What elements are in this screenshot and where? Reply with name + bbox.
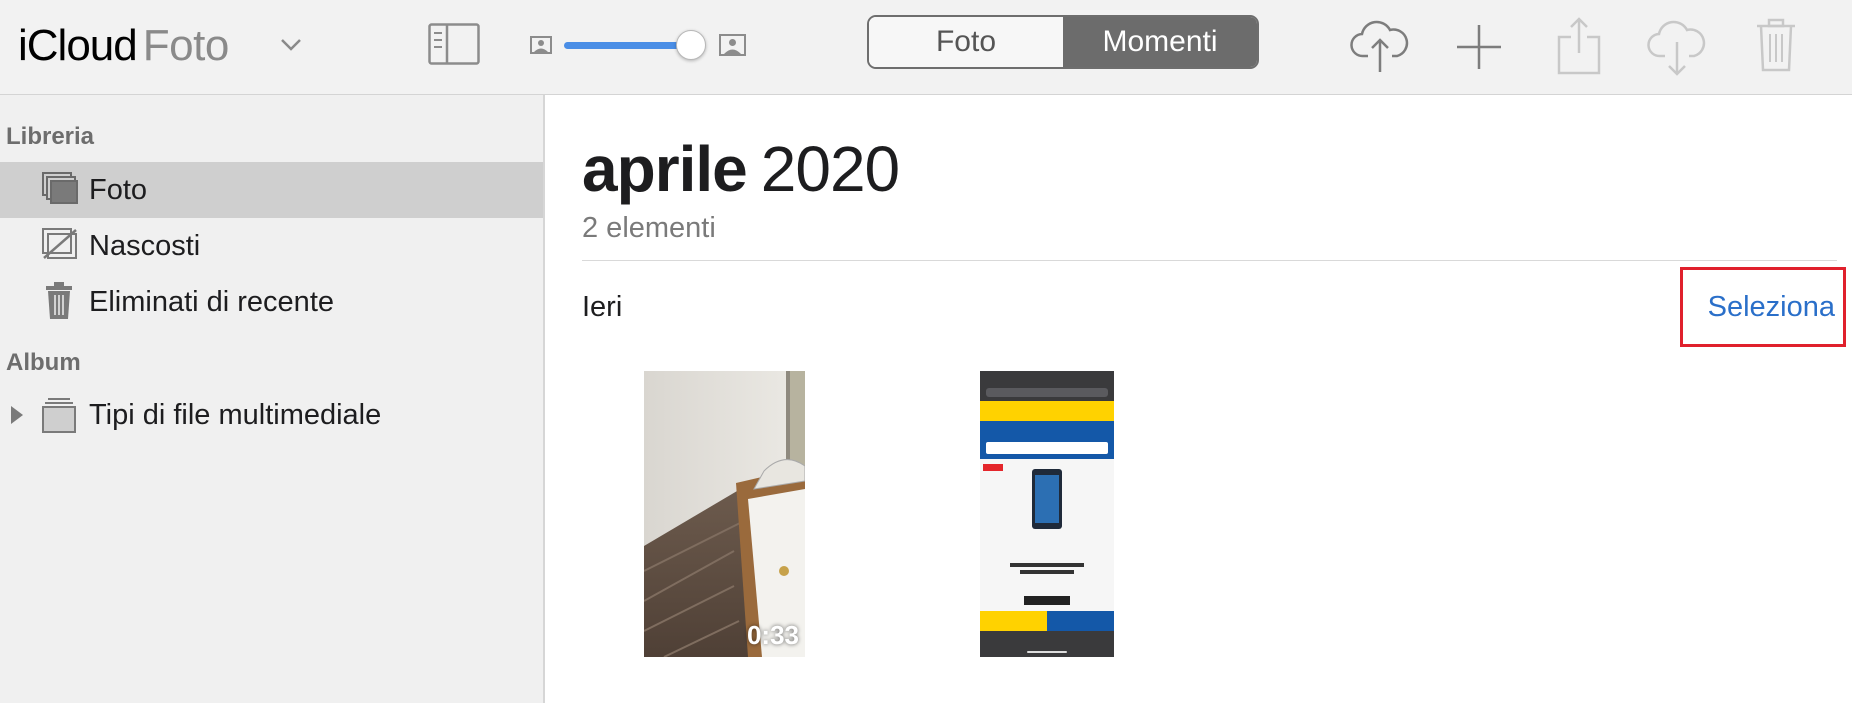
- select-button[interactable]: Seleziona: [1680, 267, 1846, 347]
- photos-stack-icon: [42, 172, 78, 204]
- add-icon[interactable]: [1455, 23, 1503, 71]
- small-photo-icon[interactable]: [530, 36, 552, 54]
- tab-momenti[interactable]: Momenti: [1063, 17, 1257, 67]
- cloud-upload-icon[interactable]: [1350, 18, 1410, 74]
- video-preview-image: [644, 371, 805, 657]
- sidebar-toggle-icon[interactable]: [428, 23, 480, 65]
- cloud-download-icon[interactable]: [1647, 18, 1707, 76]
- title-year: 2020: [760, 133, 900, 205]
- trash-icon: [46, 282, 72, 319]
- screenshot-preview-image: [980, 371, 1114, 657]
- sidebar-item-label: Foto: [89, 173, 148, 206]
- app-title[interactable]: iCloud Foto: [18, 20, 301, 72]
- chevron-down-icon: [281, 39, 301, 51]
- video-duration: 0:33: [746, 620, 799, 650]
- sidebar: Libreria Foto Nascosti Eliminati di rece…: [0, 95, 545, 703]
- section-label: Ieri: [582, 291, 623, 323]
- title-month: aprile: [582, 133, 748, 205]
- large-photo-icon[interactable]: [719, 34, 746, 56]
- sidebar-item-label: Tipi di file multimediale: [89, 398, 382, 431]
- share-icon[interactable]: [1557, 17, 1601, 75]
- trash-icon[interactable]: [1755, 18, 1797, 72]
- sidebar-item-nascosti[interactable]: Nascosti: [0, 218, 543, 274]
- album-stack-icon: [42, 398, 76, 433]
- section-name: Foto: [142, 21, 230, 70]
- screenshot-thumbnail[interactable]: [980, 371, 1114, 657]
- zoom-slider-knob[interactable]: [676, 30, 706, 60]
- video-thumbnail[interactable]: 0:33: [644, 371, 805, 657]
- hidden-photos-icon: [42, 228, 77, 259]
- toolbar: iCloud Foto Foto Momenti: [0, 0, 1852, 95]
- album-heading: Album: [6, 349, 81, 376]
- item-count: 2 elementi: [582, 212, 716, 244]
- main-content: aprile 2020 2 elementi Ieri Seleziona 0:…: [547, 95, 1852, 703]
- tab-foto[interactable]: Foto: [869, 17, 1063, 67]
- library-heading: Libreria: [6, 123, 95, 150]
- app-name: iCloud: [18, 21, 138, 70]
- sidebar-item-label: Eliminati di recente: [89, 285, 334, 318]
- disclosure-triangle-icon[interactable]: [10, 405, 24, 425]
- sidebar-item-label: Nascosti: [89, 229, 201, 262]
- zoom-slider-track[interactable]: [564, 42, 691, 49]
- sidebar-item-eliminati[interactable]: Eliminati di recente: [0, 274, 543, 330]
- view-segmented-control: Foto Momenti: [867, 15, 1259, 69]
- page-title: aprile 2020: [582, 133, 900, 205]
- sidebar-item-tipi-file[interactable]: Tipi di file multimediale: [0, 387, 543, 443]
- divider: [582, 260, 1837, 261]
- sidebar-item-foto[interactable]: Foto: [0, 162, 543, 218]
